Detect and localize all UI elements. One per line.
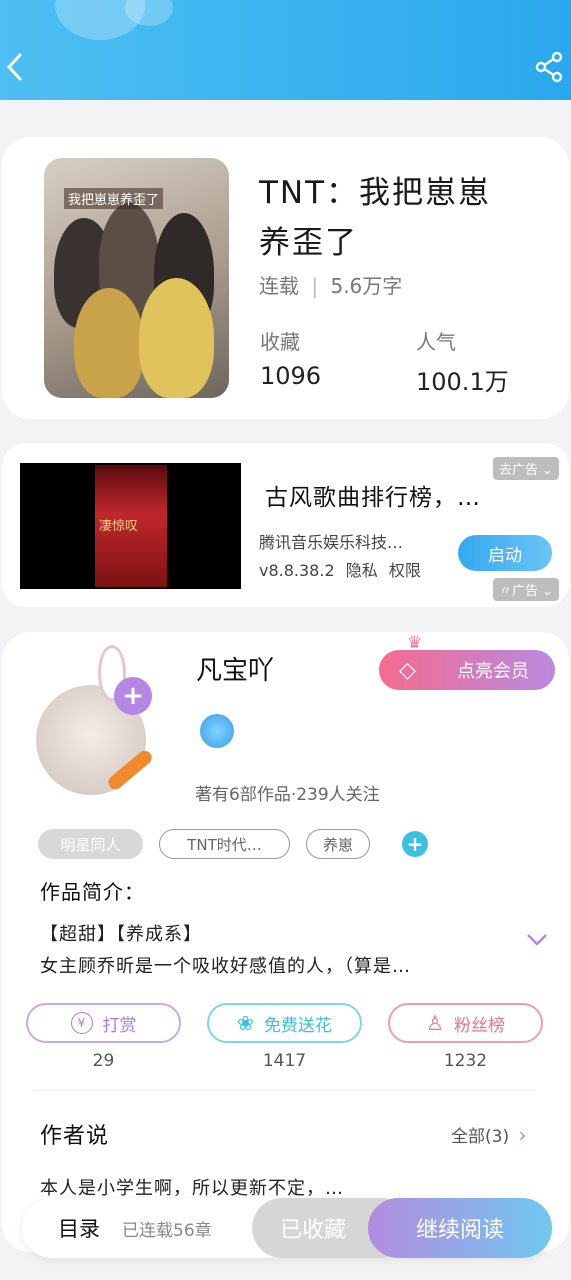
vip-button[interactable]: ◇ 点亮会员 bbox=[379, 650, 555, 690]
collected-label: 已收藏 bbox=[280, 1218, 347, 1243]
word-count: 5.6万字 bbox=[330, 274, 403, 298]
title-line: 养歪了 bbox=[259, 225, 358, 261]
stat-value: 1096 bbox=[260, 362, 322, 390]
intro-heading: 作品简介： bbox=[40, 880, 145, 904]
continue-reading-button[interactable]: 继续阅读 bbox=[368, 1198, 552, 1258]
stat-label: 人气 bbox=[416, 330, 456, 354]
stat-value: 100.1万 bbox=[416, 368, 509, 396]
intro-line: 【超甜】【养成系】 bbox=[40, 924, 202, 945]
all-label: 全部(3) bbox=[451, 1127, 510, 1147]
author-says-text: 本人是小学生啊，所以更新不定，… bbox=[40, 1178, 344, 1199]
status-text: 连载 bbox=[259, 274, 299, 298]
back-button[interactable] bbox=[2, 50, 26, 84]
chevron-left-icon bbox=[6, 53, 22, 81]
ad-label-badge[interactable]: 〃广告 ⌄ bbox=[492, 578, 559, 601]
diamond-icon: ◇ bbox=[399, 657, 416, 682]
ad-image[interactable]: 凄惊叹 bbox=[20, 463, 241, 589]
tag-chip[interactable]: 明星同人 bbox=[38, 829, 143, 859]
send-flower-button[interactable]: ❀ 免费送花 bbox=[207, 1003, 362, 1043]
chevron-right-icon: › bbox=[518, 1123, 527, 1147]
ad-poster: 凄惊叹 bbox=[95, 465, 167, 587]
person-icon: ♙ bbox=[426, 1011, 444, 1035]
chevron-down-icon bbox=[527, 934, 547, 946]
fans-label: 粉丝榜 bbox=[453, 1015, 505, 1036]
book-title: TNT：我把崽崽 养歪了 bbox=[259, 168, 549, 268]
flower-label: 免费送花 bbox=[263, 1015, 332, 1036]
share-button[interactable] bbox=[533, 50, 565, 84]
tip-button[interactable]: ¥ 打赏 bbox=[26, 1003, 181, 1043]
poster-text: 凄惊叹 bbox=[99, 519, 139, 534]
fans-rank-button[interactable]: ♙ 粉丝榜 bbox=[388, 1003, 543, 1043]
ad-title: 古风歌曲排行榜，… bbox=[265, 485, 481, 511]
cover-title: 我把崽崽养歪了 bbox=[64, 188, 164, 209]
privacy-link[interactable]: 隐私 bbox=[346, 561, 378, 580]
header-bar bbox=[0, 0, 571, 100]
tip-count: 29 bbox=[92, 1051, 115, 1071]
bottom-bar: 目录 已连载56章 已收藏 继续阅读 bbox=[22, 1198, 552, 1258]
tip-label: 打赏 bbox=[102, 1015, 137, 1036]
ad-version: v8.8.38.2 bbox=[259, 561, 335, 580]
tag-chip[interactable]: TNT时代… bbox=[159, 829, 290, 859]
flower-icon: ❀ bbox=[237, 1011, 254, 1035]
ad-launch-button[interactable]: 启动 bbox=[458, 535, 552, 571]
author-info: 著有6部作品·239人关注 bbox=[195, 785, 380, 805]
intro-line: 女主顾乔昕是一个吸收好感值的人，（算是… bbox=[40, 956, 411, 977]
author-name: 凡宝吖 bbox=[196, 656, 275, 686]
fans-count: 1232 bbox=[443, 1051, 488, 1071]
toc-label: 目录 bbox=[58, 1217, 100, 1241]
continue-label: 继续阅读 bbox=[415, 1218, 504, 1243]
level-badge-icon bbox=[200, 714, 234, 748]
expand-intro-button[interactable] bbox=[526, 932, 548, 951]
add-tag-button[interactable]: + bbox=[402, 831, 428, 857]
title-line: TNT：我把崽崽 bbox=[259, 175, 492, 211]
permissions-link[interactable]: 权限 bbox=[389, 561, 421, 580]
divider bbox=[34, 1090, 536, 1091]
ad-publisher: 腾讯音乐娱乐科技… bbox=[259, 533, 404, 552]
stat-label: 收藏 bbox=[260, 330, 300, 354]
toc-button[interactable]: 目录 已连载56章 bbox=[22, 1198, 252, 1258]
share-icon bbox=[535, 51, 563, 83]
author-says-all-link[interactable]: 全部(3) › bbox=[451, 1122, 527, 1147]
follow-plus-button[interactable]: + bbox=[114, 677, 152, 715]
book-meta: 连载 | 5.6万字 bbox=[259, 274, 403, 298]
remove-ad-label: 去广告 bbox=[498, 463, 538, 478]
ad-meta: v8.8.38.2 隐私 权限 bbox=[259, 557, 421, 581]
ad-label: 广告 bbox=[511, 584, 538, 599]
flower-count: 1417 bbox=[262, 1051, 307, 1071]
author-says-heading: 作者说 bbox=[40, 1124, 110, 1149]
coin-icon: ¥ bbox=[70, 1012, 93, 1034]
book-cover[interactable]: 我把崽崽养歪了 bbox=[44, 158, 229, 398]
ad-logo-icon: 〃 bbox=[498, 584, 512, 599]
toc-sub: 已连载56章 bbox=[122, 1220, 212, 1241]
tag-chip[interactable]: 养崽 bbox=[306, 829, 370, 859]
vip-label: 点亮会员 bbox=[457, 661, 529, 681]
remove-ad-button[interactable]: 去广告 ⌄ bbox=[492, 457, 559, 480]
